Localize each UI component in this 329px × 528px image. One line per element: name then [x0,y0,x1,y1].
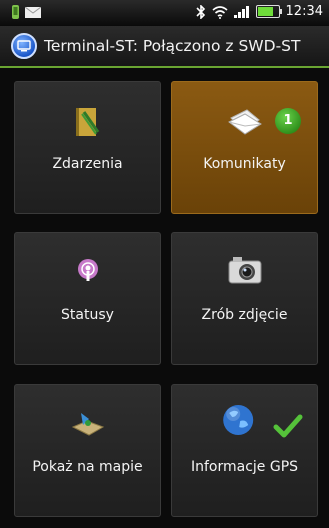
tile-zdarzenia[interactable]: Zdarzenia [14,81,161,214]
tile-label: Statusy [61,307,114,323]
notification-icon [12,5,19,19]
title-bar: Terminal-ST: Połączono z SWD-ST [0,26,329,68]
battery-icon [255,5,282,18]
terminal-app-icon [11,33,37,59]
status-bar: 12:34 [0,0,329,26]
tile-zrob-zdjecie[interactable]: Zrób zdjęcie [171,232,318,365]
clock: 12:34 [285,4,323,19]
tile-statusy[interactable]: Statusy [14,232,161,365]
podcast-icon [77,259,98,281]
tile-label: Pokaż na mapie [32,459,143,475]
wifi-icon [212,5,228,19]
signal-icon [233,6,249,18]
page-title: Terminal-ST: Połączono z SWD-ST [44,37,301,55]
tile-label: Zrób zdjęcie [201,307,288,323]
tile-komunikaty[interactable]: 1 Komunikaty [171,81,318,214]
tile-label: Komunikaty [203,156,286,172]
envelope-icon [227,109,262,135]
bluetooth-icon [195,4,205,19]
notebook-icon [75,108,99,136]
map-icon [71,413,104,436]
camera-icon [228,257,261,284]
tile-informacje-gps[interactable]: Informacje GPS [171,384,318,517]
checkmark-icon [273,414,303,438]
battery-level [257,7,273,16]
unread-count-badge: 1 [275,108,301,134]
message-icon [25,6,41,18]
tile-pokaz-na-mapie[interactable]: Pokaż na mapie [14,384,161,517]
tile-label: Informacje GPS [190,459,299,475]
tile-label: Zdarzenia [52,156,123,172]
globe-icon [222,405,253,435]
